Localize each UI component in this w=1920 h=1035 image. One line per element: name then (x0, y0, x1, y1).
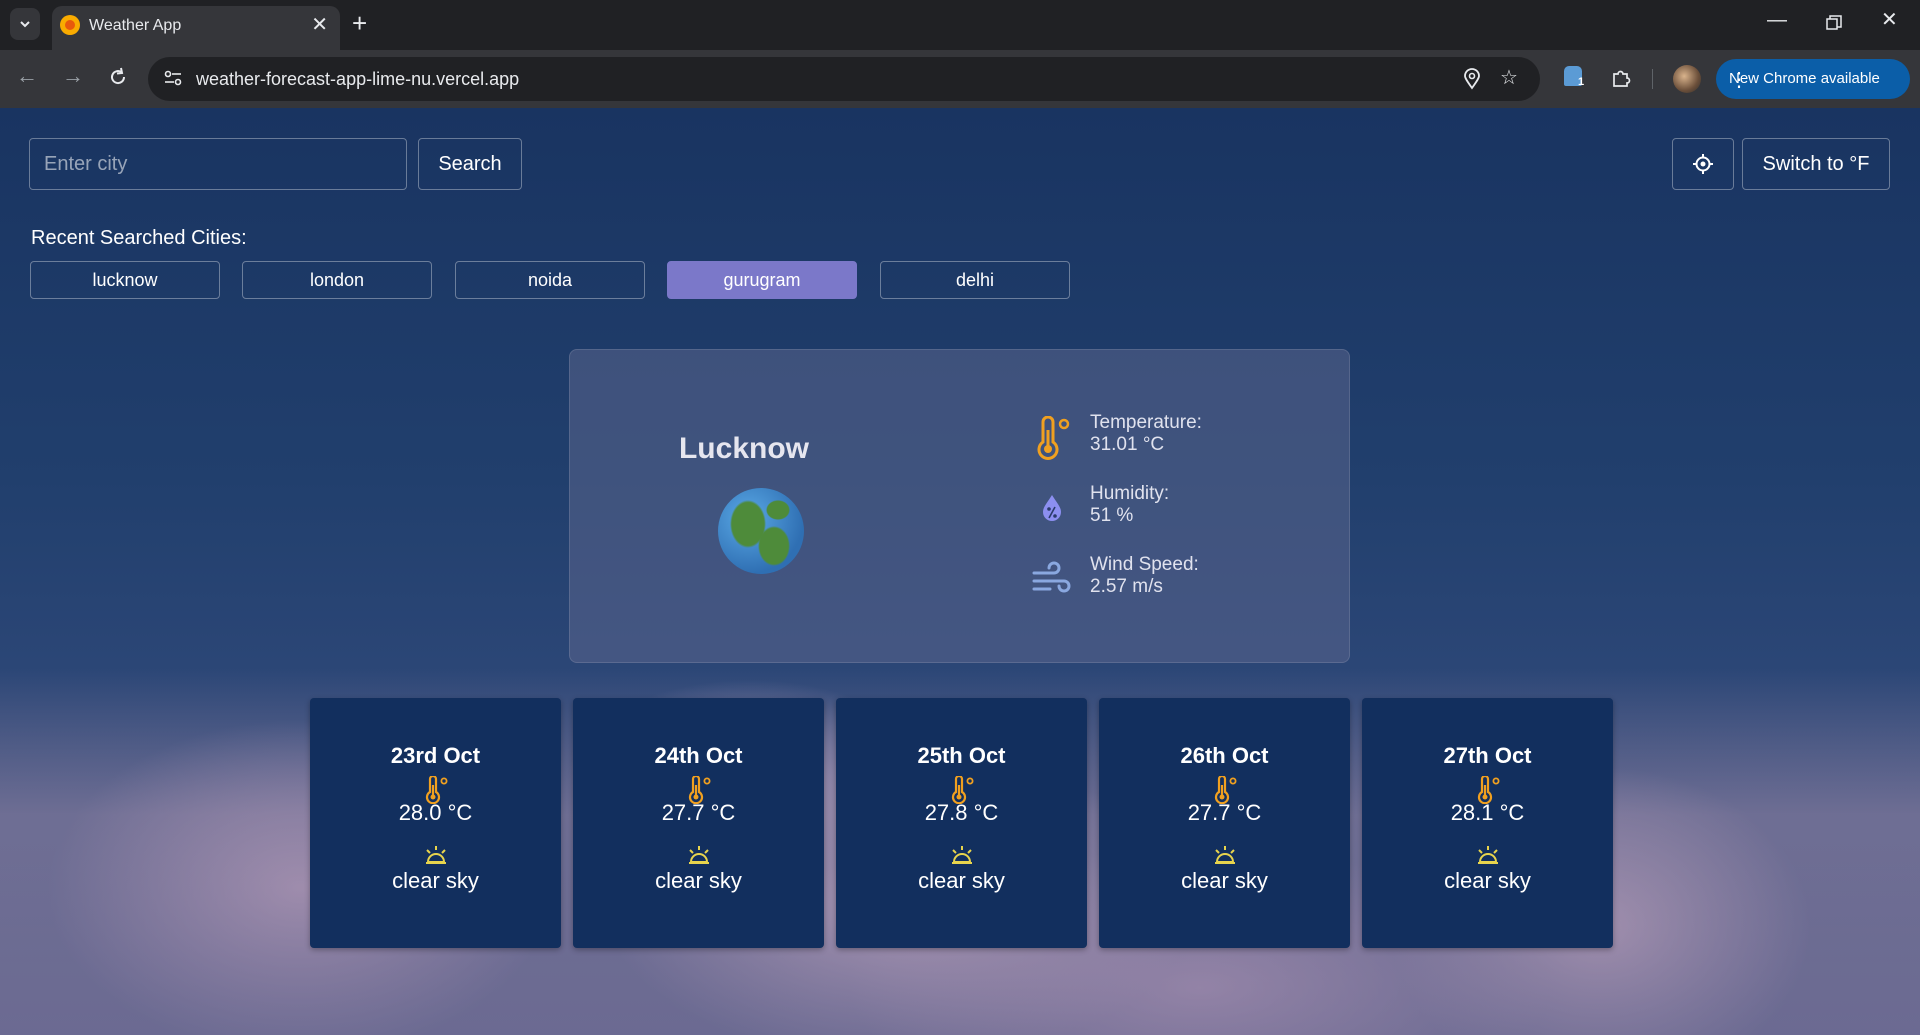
forecast-description: clear sky (1444, 868, 1531, 893)
address-bar[interactable]: weather-forecast-app-lime-nu.vercel.app … (148, 57, 1540, 101)
humidity-label: Humidity: (1090, 483, 1170, 504)
recent-city-chip-active[interactable]: gurugram (667, 261, 857, 299)
weather-app-page: Search Switch to °F Recent Searched Citi… (0, 108, 1920, 1035)
sunrise-icon (686, 844, 712, 866)
new-tab-icon[interactable]: + (352, 10, 367, 36)
recent-cities-title: Recent Searched Cities: (31, 227, 247, 249)
bookmark-star-icon[interactable]: ☆ (1500, 67, 1518, 89)
forecast-temperature: 27.7 °C (1187, 800, 1262, 825)
weather-favicon-icon (60, 15, 80, 35)
reload-icon[interactable] (108, 67, 128, 87)
sunrise-icon (949, 844, 975, 866)
temperature-value: 31.01 °C (1090, 434, 1165, 455)
forecast-date: 23rd Oct (390, 743, 481, 768)
globe-icon (718, 488, 804, 574)
profile-avatar[interactable] (1673, 65, 1701, 93)
restore-icon[interactable] (1826, 15, 1842, 31)
search-button[interactable]: Search (418, 138, 522, 190)
sunrise-icon (1212, 844, 1238, 866)
location-pin-icon[interactable] (1462, 68, 1482, 90)
forecast-description: clear sky (1181, 868, 1268, 893)
recent-city-chip[interactable]: delhi (880, 261, 1070, 299)
new-chrome-available-button[interactable]: New Chrome available ⋮ (1716, 59, 1910, 99)
forecast-card: 24th Oct 27.7 °C clear sky (573, 698, 824, 948)
forecast-temperature: 27.8 °C (924, 800, 999, 825)
forecast-card: 27th Oct 28.1 °C clear sky (1362, 698, 1613, 948)
crosshair-location-icon (1693, 154, 1713, 174)
tab-search-button[interactable] (10, 8, 40, 40)
browser-tab[interactable]: Weather App ✕ (52, 6, 340, 50)
wind-label: Wind Speed: (1090, 554, 1199, 575)
forecast-card: 25th Oct 27.8 °C clear sky (836, 698, 1087, 948)
sunrise-icon (423, 844, 449, 866)
humidity-drop-icon (1043, 495, 1061, 521)
city-name: Lucknow (678, 432, 809, 465)
switch-unit-button[interactable]: Switch to °F (1742, 138, 1890, 190)
extension-badge: 1 (1578, 76, 1585, 88)
close-window-icon[interactable]: ✕ (1881, 10, 1898, 30)
wind-value: 2.57 m/s (1090, 576, 1163, 597)
forecast-date: 27th Oct (1443, 743, 1532, 768)
forecast-description: clear sky (655, 868, 742, 893)
recent-city-chip[interactable]: lucknow (30, 261, 220, 299)
forecast-description: clear sky (918, 868, 1005, 893)
current-weather-card: Lucknow Temperature: 31.01 °C Humidity: … (569, 349, 1350, 663)
recent-city-chip[interactable]: noida (455, 261, 645, 299)
forecast-description: clear sky (392, 868, 479, 893)
forecast-temperature: 27.7 °C (661, 800, 736, 825)
forecast-temperature: 28.1 °C (1450, 800, 1525, 825)
recent-city-chip[interactable]: london (242, 261, 432, 299)
forecast-date: 24th Oct (654, 743, 743, 768)
humidity-value: 51 % (1090, 505, 1134, 526)
forecast-temperature: 28.0 °C (398, 800, 473, 825)
sunrise-icon (1475, 844, 1501, 866)
wind-icon (1032, 561, 1071, 593)
browser-tab-bar: Weather App ✕ + — ✕ (0, 0, 1920, 50)
forecast-card: 26th Oct 27.7 °C clear sky (1099, 698, 1350, 948)
extension-icon[interactable]: 1 (1564, 66, 1585, 88)
temperature-label: Temperature: (1090, 412, 1202, 433)
close-tab-icon[interactable]: ✕ (311, 15, 328, 35)
site-info-icon[interactable] (162, 67, 184, 89)
minimize-icon[interactable]: — (1767, 10, 1787, 30)
forward-arrow-icon[interactable]: → (62, 64, 84, 88)
forecast-card: 23rd Oct 28.0 °C clear sky (310, 698, 561, 948)
toolbar-divider (1652, 69, 1653, 89)
forecast-date: 26th Oct (1180, 743, 1269, 768)
chevron-down-icon (20, 21, 30, 28)
more-menu-icon[interactable]: ⋮ (1729, 67, 1896, 92)
extensions-puzzle-icon[interactable] (1610, 67, 1632, 89)
back-arrow-icon[interactable]: ← (16, 64, 38, 88)
url-text: weather-forecast-app-lime-nu.vercel.app (196, 69, 520, 89)
browser-toolbar: ← → weather-forecast-app-lime-nu.vercel.… (0, 50, 1920, 108)
tab-title: Weather App (89, 17, 182, 34)
thermometer-icon (1037, 416, 1070, 460)
city-search-input[interactable] (29, 138, 407, 190)
forecast-date: 25th Oct (917, 743, 1006, 768)
current-location-button[interactable] (1672, 138, 1734, 190)
